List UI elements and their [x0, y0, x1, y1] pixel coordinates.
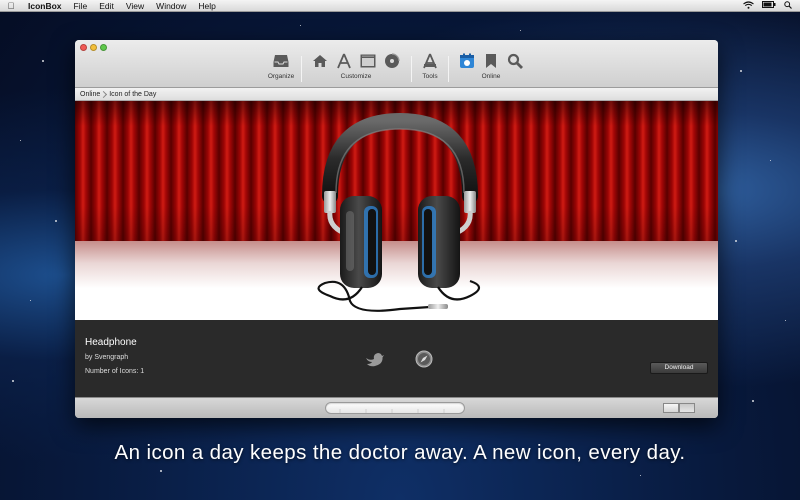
view-toggle-right-button[interactable] — [679, 403, 695, 413]
toolbar-group-tools: Tools — [419, 52, 441, 86]
menu-help[interactable]: Help — [192, 1, 221, 11]
window-icon[interactable] — [359, 52, 377, 70]
star — [752, 400, 754, 402]
menu-bar:  IconBox File Edit View Window Help — [0, 0, 800, 12]
toolbar-separator — [301, 56, 302, 82]
star — [785, 320, 786, 321]
safari-compass-icon[interactable] — [415, 350, 433, 368]
search-icon[interactable] — [784, 0, 792, 11]
icon-author: by Svengraph — [85, 354, 129, 361]
star — [770, 160, 771, 161]
toolbar-separator — [448, 56, 449, 82]
icon-preview-stage — [75, 101, 718, 320]
star — [12, 380, 14, 382]
close-button[interactable] — [80, 44, 87, 51]
home-icon[interactable] — [311, 52, 329, 70]
breadcrumb-icon-of-the-day[interactable]: Icon of the Day — [109, 91, 165, 98]
download-button[interactable]: Download — [650, 362, 708, 374]
menu-window[interactable]: Window — [150, 1, 192, 11]
tools-a-icon[interactable] — [421, 52, 439, 70]
menu-app-name[interactable]: IconBox — [22, 1, 68, 11]
tagline: An icon a day keeps the doctor away. A n… — [114, 441, 686, 464]
star — [640, 475, 641, 476]
zoom-slider[interactable] — [325, 402, 465, 414]
app-window: Organize Customize Tools Online Online I… — [75, 40, 718, 418]
apple-icon[interactable]:  — [0, 1, 22, 11]
titlebar: Organize Customize Tools Online — [75, 40, 718, 88]
icon-count: Number of Icons: 1 — [85, 368, 145, 375]
star — [300, 25, 301, 26]
headphone-preview-icon — [317, 112, 481, 312]
toolbar-label-organize: Organize — [267, 73, 295, 80]
star — [42, 60, 44, 62]
view-toggle — [663, 403, 695, 413]
zoom-button[interactable] — [100, 44, 107, 51]
wifi-icon[interactable] — [743, 0, 754, 11]
icon-info-panel: Headphone by Svengraph Number of Icons: … — [75, 320, 718, 397]
menu-view[interactable]: View — [120, 1, 150, 11]
menu-edit[interactable]: Edit — [93, 1, 120, 11]
app-store-icon[interactable] — [335, 52, 353, 70]
toolbar-group-organize: Organize — [267, 52, 295, 86]
bottom-bar — [75, 397, 718, 418]
toolbar: Organize Customize Tools Online — [75, 52, 718, 86]
toolbar-label-tools: Tools — [422, 73, 438, 80]
window-controls — [80, 44, 107, 51]
star — [735, 240, 737, 242]
breadcrumb-online[interactable]: Online — [80, 91, 109, 98]
icon-of-day-icon[interactable] — [458, 52, 476, 70]
toolbar-group-online: Online — [456, 52, 526, 86]
disc-icon[interactable] — [383, 52, 401, 70]
star — [20, 140, 21, 141]
menu-file[interactable]: File — [68, 1, 94, 11]
star — [740, 70, 742, 72]
toolbar-label-online: Online — [481, 73, 501, 80]
star — [160, 470, 162, 472]
star — [30, 300, 31, 301]
breadcrumb: Online Icon of the Day — [75, 88, 718, 101]
menu-extras — [743, 0, 800, 11]
tray-icon[interactable] — [272, 52, 290, 70]
toolbar-label-customize: Customize — [340, 73, 372, 80]
toolbar-separator — [411, 56, 412, 82]
battery-icon[interactable] — [762, 1, 776, 10]
star — [520, 30, 521, 31]
minimize-button[interactable] — [90, 44, 97, 51]
toolbar-group-customize: Customize — [310, 52, 402, 86]
view-toggle-left-button[interactable] — [663, 403, 679, 413]
search-icon[interactable] — [506, 52, 524, 70]
twitter-bird-icon[interactable] — [365, 352, 385, 368]
star — [55, 220, 57, 222]
bookmark-icon[interactable] — [482, 52, 500, 70]
icon-title: Headphone — [85, 337, 137, 348]
